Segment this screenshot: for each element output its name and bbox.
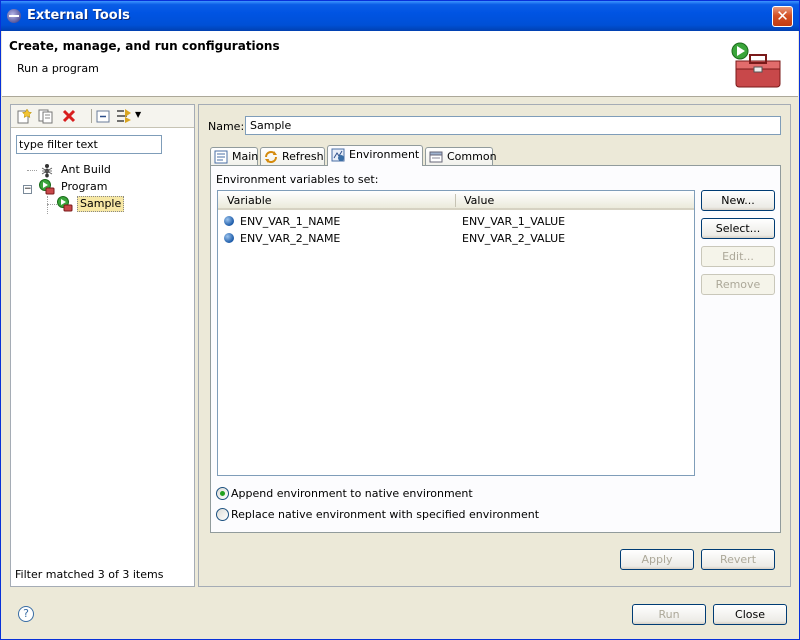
tab-label: Main	[232, 150, 259, 163]
value-cell: ENV_VAR_1_VALUE	[462, 215, 566, 228]
tab-main[interactable]: Main	[210, 147, 258, 166]
env-vars-label: Environment variables to set:	[216, 173, 379, 186]
window-title: External Tools	[27, 8, 130, 23]
title-bar[interactable]: External Tools ✕	[1, 1, 799, 31]
new-launch-config-icon[interactable]	[15, 108, 33, 125]
delete-icon[interactable]	[60, 108, 78, 125]
tree-line	[47, 196, 48, 214]
filter-input[interactable]	[16, 135, 162, 154]
replace-env-radio[interactable]	[216, 508, 229, 521]
close-button[interactable]: Close	[713, 604, 787, 625]
run-button[interactable]: Run	[632, 604, 706, 625]
column-divider[interactable]	[455, 194, 456, 207]
name-input[interactable]	[245, 116, 781, 135]
launch-config-tree-pane: ▼ Ant Build − Program	[10, 104, 195, 587]
common-icon	[429, 151, 443, 163]
toolbar-separator	[91, 109, 92, 123]
tree-expander-program[interactable]: −	[23, 185, 32, 194]
filter-status: Filter matched 3 of 3 items	[15, 568, 164, 581]
duplicate-icon[interactable]	[37, 108, 55, 125]
close-window-button[interactable]: ✕	[772, 6, 793, 27]
external-tools-toolbox-icon	[731, 42, 781, 88]
tree-item-label: Ant Build	[61, 163, 111, 176]
tab-refresh[interactable]: Refresh	[260, 147, 325, 166]
append-env-radio[interactable]	[216, 487, 229, 500]
ant-icon	[41, 164, 53, 178]
tab-label: Environment	[349, 148, 420, 161]
header-title: Create, manage, and run configurations	[9, 39, 280, 53]
apply-button[interactable]: Apply	[620, 549, 694, 570]
refresh-icon	[265, 151, 277, 163]
external-tools-dialog: External Tools ✕ Create, manage, and run…	[0, 0, 800, 640]
value-cell: ENV_VAR_2_VALUE	[462, 232, 566, 245]
column-header-value[interactable]: Value	[464, 194, 494, 207]
table-header: Variable Value	[218, 191, 694, 210]
left-toolbar: ▼	[11, 105, 194, 128]
dropdown-arrow-icon[interactable]: ▼	[135, 110, 141, 119]
eclipse-icon	[7, 9, 21, 23]
tree-line	[27, 170, 37, 171]
table-row[interactable]: ENV_VAR_1_NAME ENV_VAR_1_VALUE	[218, 213, 694, 230]
tree-item-label: Sample	[77, 196, 125, 212]
dialog-header: Create, manage, and run configurations R…	[2, 31, 798, 97]
help-icon[interactable]: ?	[18, 606, 34, 622]
environment-tab-content: Environment variables to set: Variable V…	[210, 165, 781, 533]
env-var-icon	[224, 216, 234, 226]
main-tab-icon	[214, 150, 228, 164]
replace-env-label: Replace native environment with specifie…	[231, 508, 540, 521]
config-editor-pane: Name: Main Refresh	[198, 104, 791, 587]
name-label: Name:	[208, 120, 245, 133]
program-icon	[57, 196, 73, 212]
append-env-label: Append environment to native environment	[231, 487, 473, 500]
new-button[interactable]: New...	[701, 190, 775, 211]
collapse-all-icon[interactable]	[95, 108, 113, 125]
variable-cell: ENV_VAR_1_NAME	[240, 215, 341, 228]
tab-environment[interactable]: Environment	[327, 145, 423, 166]
tab-label: Refresh	[282, 150, 324, 163]
column-header-variable[interactable]: Variable	[227, 194, 272, 207]
select-button[interactable]: Select...	[701, 218, 775, 239]
env-vars-table[interactable]: Variable Value ENV_VAR_1_NAME ENV_VAR_1_…	[217, 190, 695, 476]
program-icon	[39, 179, 55, 195]
revert-button[interactable]: Revert	[701, 549, 775, 570]
tree-item-label: Program	[61, 180, 108, 193]
tab-common[interactable]: Common	[425, 147, 497, 166]
filter-icon[interactable]	[115, 108, 133, 125]
env-var-icon	[224, 233, 234, 243]
tree-line	[47, 204, 57, 205]
environment-icon	[331, 148, 345, 162]
variable-cell: ENV_VAR_2_NAME	[240, 232, 341, 245]
table-row[interactable]: ENV_VAR_2_NAME ENV_VAR_2_VALUE	[218, 230, 694, 247]
tab-label: Common	[447, 150, 497, 163]
header-subtitle: Run a program	[17, 62, 99, 75]
remove-button[interactable]: Remove	[701, 274, 775, 295]
edit-button[interactable]: Edit...	[701, 246, 775, 267]
